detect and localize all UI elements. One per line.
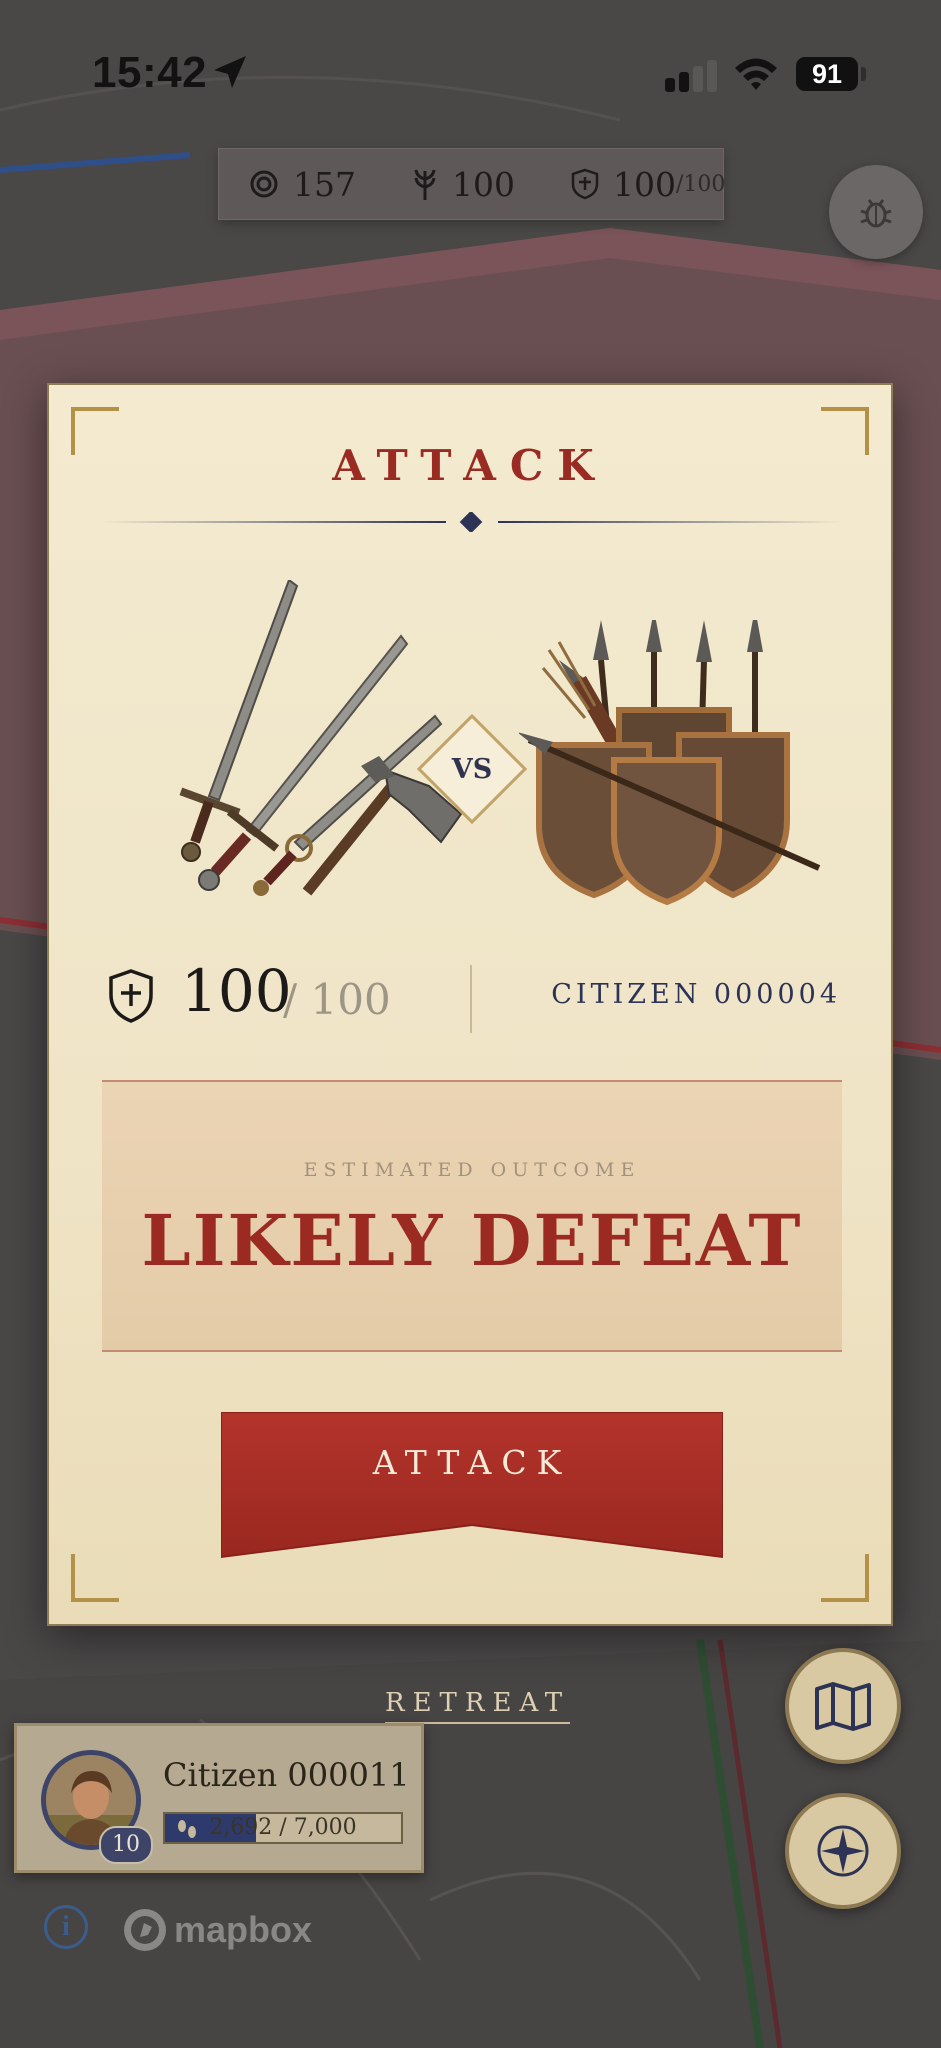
outcome-label: ESTIMATED OUTCOME <box>303 1159 641 1181</box>
stats-divider <box>470 965 472 1033</box>
mapbox-logo[interactable]: mapbox <box>122 1907 312 1953</box>
compass-button[interactable] <box>785 1793 901 1909</box>
map-icon <box>815 1682 871 1731</box>
corner-ornament <box>71 1554 119 1602</box>
vs-label: VS <box>451 753 493 785</box>
gear-ring-icon <box>249 169 279 199</box>
retreat-button[interactable]: RETREAT <box>385 1688 571 1724</box>
defense-shield-icon <box>109 969 153 1023</box>
resource-food: 100 <box>382 149 515 219</box>
mapbox-label: mapbox <box>174 1909 313 1950</box>
xp-bar: 2,692 / 7,000 <box>163 1812 403 1844</box>
debug-button[interactable] <box>829 165 923 259</box>
battery-cap <box>861 67 866 81</box>
attack-button[interactable] <box>221 1412 723 1560</box>
location-arrow-icon <box>214 56 246 88</box>
xp-text: 2,692 / 7,000 <box>209 1815 357 1840</box>
bug-icon <box>860 199 892 228</box>
shield-icon <box>571 168 599 200</box>
status-bar: 15:42 91 <box>0 0 941 150</box>
resource-defense-max: /100 <box>676 171 726 197</box>
compass-icon <box>817 1825 869 1877</box>
resource-bar: 157 100 100/100 <box>218 148 725 220</box>
wheat-icon <box>412 167 438 201</box>
map-button[interactable] <box>785 1648 901 1764</box>
resource-gears: 157 <box>219 149 356 219</box>
wifi-icon <box>735 58 777 90</box>
attribution-info-button[interactable]: i <box>44 1905 88 1949</box>
modal-title: ATTACK <box>332 441 608 490</box>
attacker-weapons-illustration <box>179 580 463 896</box>
defender-shields-illustration <box>519 620 821 906</box>
outcome-panel: ESTIMATED OUTCOME LIKELY DEFEAT <box>102 1080 842 1352</box>
resource-defense-value: 100 <box>613 164 676 204</box>
corner-ornament <box>821 1554 869 1602</box>
resource-food-value: 100 <box>452 164 515 204</box>
attack-button-label[interactable]: ATTACK <box>221 1443 723 1482</box>
outcome-value: LIKELY DEFEAT <box>141 1199 803 1282</box>
target-name: CITIZEN 000004 <box>551 979 841 1010</box>
battery-indicator: 91 <box>796 57 858 91</box>
player-card[interactable]: 10 Citizen 000011 2,692 / 7,000 <box>14 1723 424 1873</box>
title-divider <box>101 512 843 532</box>
cellular-signal-icon <box>665 60 717 92</box>
player-name: Citizen 000011 <box>163 1756 410 1794</box>
resource-defense: 100/100 <box>541 149 725 219</box>
player-level-badge: 10 <box>99 1826 153 1864</box>
status-time: 15:42 <box>92 48 208 97</box>
resource-gears-value: 157 <box>293 164 356 204</box>
attack-modal: ATTACK VS 100 / 100 CITIZEN 000004 ESTIM… <box>47 383 893 1626</box>
defense-max: / 100 <box>283 975 391 1024</box>
mapbox-icon <box>124 1909 166 1951</box>
defense-value: 100 <box>181 957 292 1025</box>
